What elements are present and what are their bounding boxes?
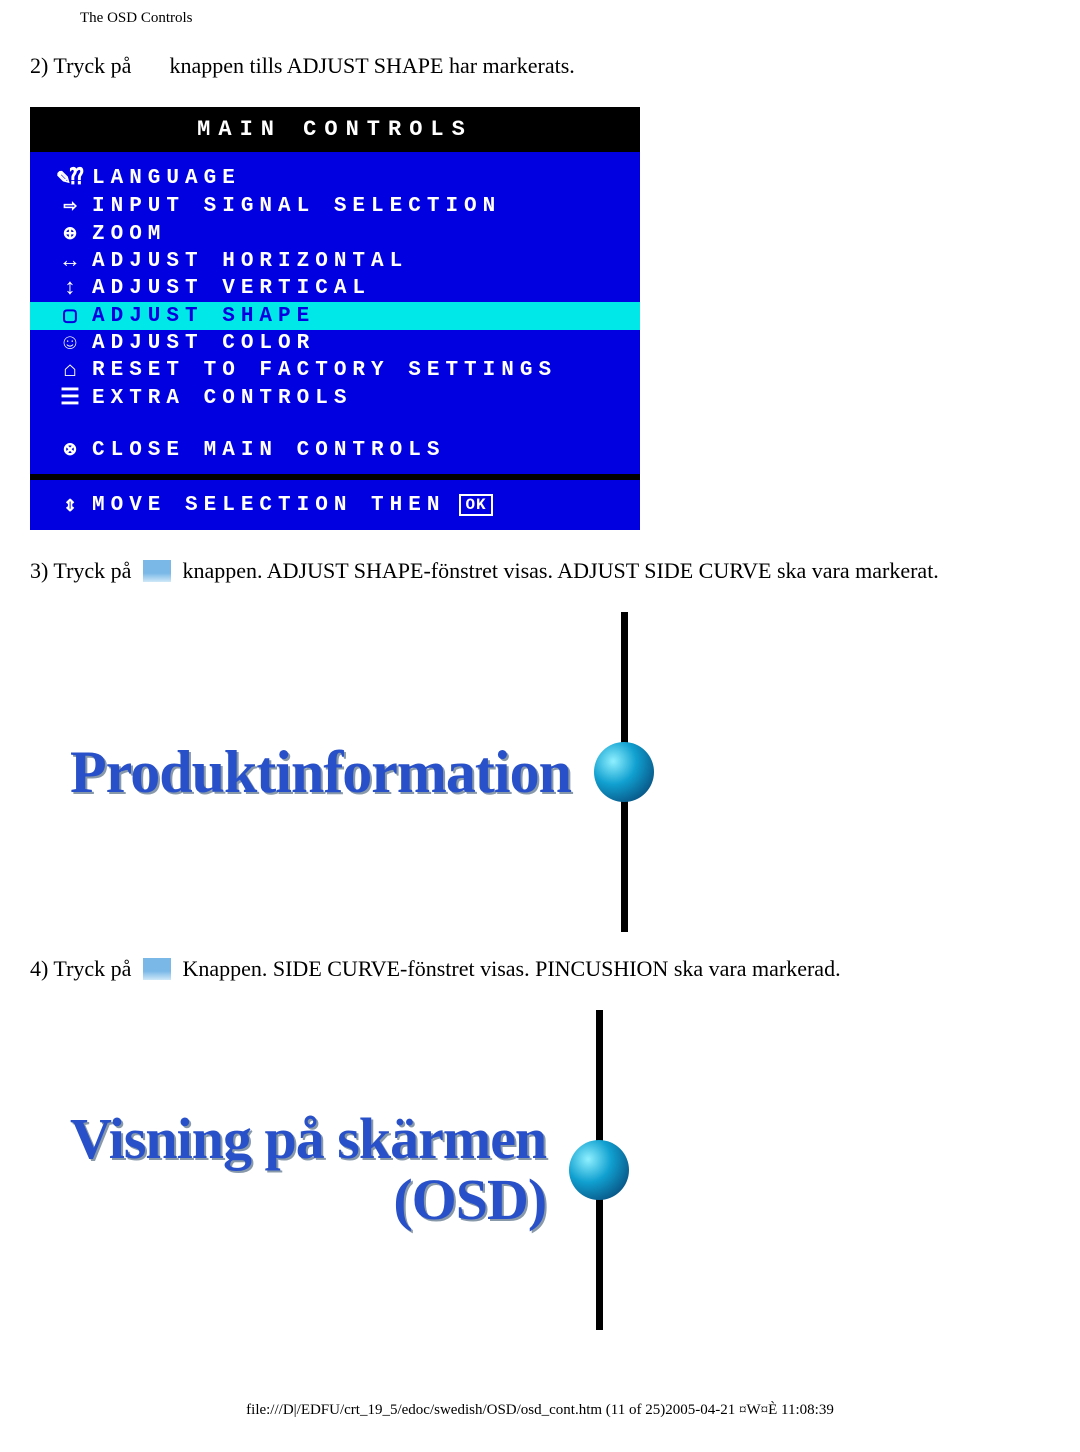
osd-item-language[interactable]: ✎⁇LANGUAGE [30, 164, 640, 192]
updown-icon: ⇕ [48, 492, 92, 518]
menu-icon: ⌂ [48, 358, 92, 383]
button-icon [143, 560, 171, 582]
osd-item-adjust-shape[interactable]: ▢ADJUST SHAPE [30, 302, 640, 330]
graphic-produktinformation: Produktinformation [70, 612, 1050, 932]
menu-label: ADJUST VERTICAL [92, 277, 371, 300]
page-footer: file:///D|/EDFU/crt_19_5/edoc/swedish/OS… [30, 1354, 1050, 1429]
menu-icon: ☰ [48, 385, 92, 411]
menu-icon: ⇨ [48, 193, 92, 219]
osd-item-adjust-horizontal[interactable]: ↔ADJUST HORIZONTAL [30, 248, 640, 275]
graphic-2-line2: (OSD) [70, 1170, 546, 1231]
bead-decoration [564, 1010, 634, 1330]
menu-label: ZOOM [92, 223, 166, 246]
menu-icon: ⊕ [48, 221, 92, 247]
osd-footer: ⇕ MOVE SELECTION THEN OK [30, 474, 640, 530]
osd-panel: MAIN CONTROLS ✎⁇LANGUAGE⇨INPUT SIGNAL SE… [30, 107, 640, 530]
osd-title: MAIN CONTROLS [30, 107, 640, 152]
menu-label: RESET TO FACTORY SETTINGS [92, 359, 557, 382]
step-3-prefix: 3) Tryck på [30, 558, 131, 583]
osd-item-adjust-vertical[interactable]: ↕ADJUST VERTICAL [30, 275, 640, 302]
step-4: 4) Tryck på Knappen. SIDE CURVE-fönstret… [30, 956, 1050, 982]
osd-close[interactable]: ⊗CLOSE MAIN CONTROLS [30, 436, 640, 464]
menu-icon: ↕ [48, 276, 92, 301]
button-icon [143, 958, 171, 980]
menu-icon: ✎⁇ [48, 165, 92, 191]
menu-label: INPUT SIGNAL SELECTION [92, 195, 501, 218]
close-icon: ⊗ [48, 437, 92, 463]
step-2-prefix: 2) Tryck på [30, 53, 131, 78]
menu-label: ADJUST COLOR [92, 332, 315, 355]
bead-decoration [589, 612, 659, 932]
menu-label: ADJUST HORIZONTAL [92, 250, 408, 273]
osd-item-zoom[interactable]: ⊕ZOOM [30, 220, 640, 248]
graphic-osd: Visning på skärmen (OSD) [70, 1010, 1050, 1330]
osd-footer-label: MOVE SELECTION THEN [92, 494, 445, 517]
osd-menu-list: ✎⁇LANGUAGE⇨INPUT SIGNAL SELECTION⊕ZOOM↔A… [30, 152, 640, 474]
menu-label: ADJUST SHAPE [92, 305, 315, 328]
step-2-text: knappen tills ADJUST SHAPE har markerats… [169, 53, 574, 78]
step-3: 3) Tryck på knappen. ADJUST SHAPE-fönstr… [30, 558, 1050, 584]
menu-label: EXTRA CONTROLS [92, 387, 352, 410]
osd-item-input-signal-selection[interactable]: ⇨INPUT SIGNAL SELECTION [30, 192, 640, 220]
menu-icon: ▢ [48, 303, 92, 329]
osd-item-adjust-color[interactable]: ☺ADJUST COLOR [30, 330, 640, 357]
step-2: 2) Tryck på knappen tills ADJUST SHAPE ha… [30, 53, 1050, 79]
osd-item-reset-to-factory-settings[interactable]: ⌂RESET TO FACTORY SETTINGS [30, 357, 640, 384]
graphic-2-line1: Visning på skärmen [70, 1109, 546, 1170]
menu-label: LANGUAGE [92, 167, 241, 190]
graphic-1-text: Produktinformation [70, 738, 571, 807]
menu-icon: ↔ [48, 249, 92, 274]
ok-icon: OK [459, 494, 492, 516]
step-4-text: Knappen. SIDE CURVE-fönstret visas. PINC… [182, 956, 840, 981]
step-3-text: knappen. ADJUST SHAPE-fönstret visas. AD… [182, 558, 938, 583]
osd-item-extra-controls[interactable]: ☰EXTRA CONTROLS [30, 384, 640, 412]
step-4-prefix: 4) Tryck på [30, 956, 131, 981]
page-header: The OSD Controls [30, 0, 1050, 35]
graphic-2-text: Visning på skärmen (OSD) [70, 1109, 546, 1231]
menu-icon: ☺ [48, 331, 92, 356]
close-label: CLOSE MAIN CONTROLS [92, 439, 445, 462]
